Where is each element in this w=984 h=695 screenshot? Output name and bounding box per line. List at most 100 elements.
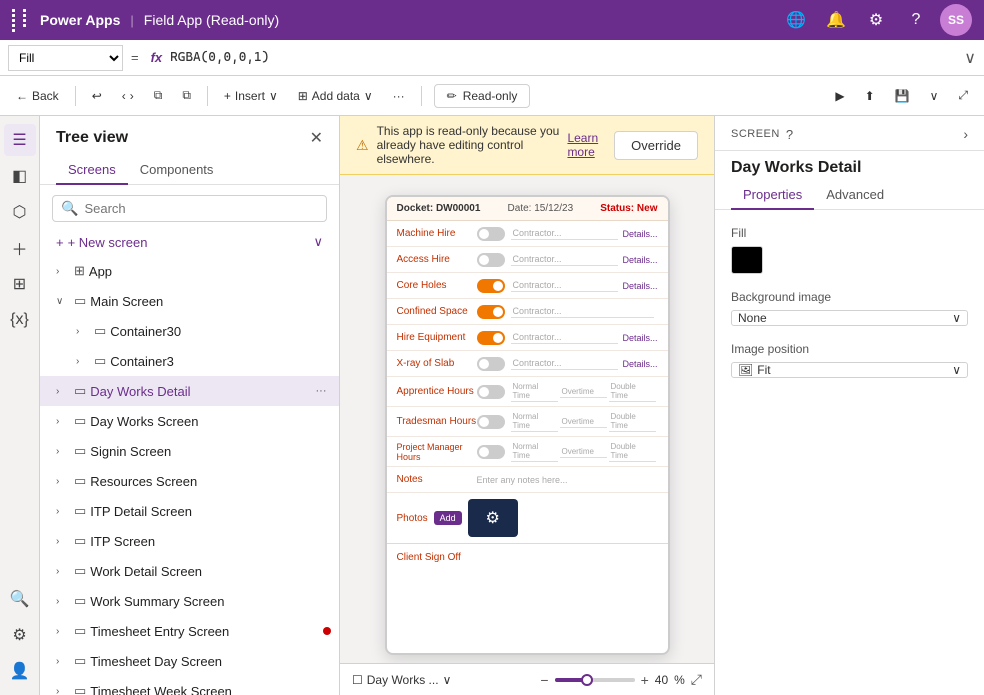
rp-expand-icon[interactable]: › bbox=[963, 126, 968, 142]
add-photo-button[interactable]: Add bbox=[434, 511, 462, 525]
search-strip-button[interactable]: 🔍 bbox=[4, 583, 36, 615]
sidebar-title: Tree view bbox=[56, 129, 128, 147]
sidebar-close-icon[interactable]: ✕ bbox=[310, 128, 323, 148]
layers-button[interactable]: ◧ bbox=[4, 160, 36, 192]
main-layout: ☰ ◧ ⬡ ＋ ⊞ {x} 🔍 ⚙ 👤 Tree view ✕ Screens … bbox=[0, 116, 984, 695]
fill-color-swatch[interactable] bbox=[731, 246, 763, 274]
help-circle-icon[interactable]: ? bbox=[786, 127, 793, 142]
tree-item-signin-screen[interactable]: › ▭ Signin Screen bbox=[40, 436, 339, 466]
image-position-select[interactable]: 🖼 Fit ∨ bbox=[731, 362, 968, 378]
tree-item-resources-screen[interactable]: › ▭ Resources Screen bbox=[40, 466, 339, 496]
tree-item-timesheet-entry-screen[interactable]: › ▭ Timesheet Entry Screen bbox=[40, 616, 339, 646]
data-strip-button[interactable]: ⊞ bbox=[4, 268, 36, 300]
learn-more-link[interactable]: Learn more bbox=[567, 131, 598, 159]
screen-icon: ▭ bbox=[74, 383, 86, 399]
zoom-out-button[interactable]: − bbox=[540, 672, 548, 688]
add-data-button[interactable]: ⊞ Add data ∨ bbox=[290, 85, 381, 107]
tradesman-hours-toggle[interactable] bbox=[477, 415, 505, 429]
tree-item-timesheet-week-screen[interactable]: › ▭ Timesheet Week Screen bbox=[40, 676, 339, 695]
chevron-right-icon: › bbox=[56, 536, 70, 547]
photo-thumbnail: ⚙ bbox=[468, 499, 518, 537]
screen-icon: ▭ bbox=[74, 473, 86, 489]
status-label: Status: New bbox=[600, 203, 657, 214]
insert-button[interactable]: + Insert ∨ bbox=[216, 85, 286, 107]
apps-icon[interactable] bbox=[12, 9, 32, 32]
undo-button[interactable]: ↩ bbox=[84, 85, 110, 107]
tree-item-itp-screen[interactable]: › ▭ ITP Screen bbox=[40, 526, 339, 556]
save-button[interactable]: 💾 bbox=[887, 85, 918, 107]
confined-space-toggle[interactable] bbox=[477, 305, 505, 319]
toolbar-expand-button[interactable]: ⤢ bbox=[950, 84, 976, 107]
pm-hours-toggle[interactable] bbox=[477, 445, 505, 459]
tree-item-itp-detail-screen[interactable]: › ▭ ITP Detail Screen bbox=[40, 496, 339, 526]
help-icon[interactable]: ? bbox=[900, 4, 932, 36]
chevron-right-icon: › bbox=[56, 626, 70, 637]
core-holes-toggle[interactable] bbox=[477, 279, 505, 293]
tab-screens[interactable]: Screens bbox=[56, 156, 128, 185]
search-input[interactable] bbox=[84, 201, 318, 216]
tree-item-day-works-detail[interactable]: › ▭ Day Works Detail ··· bbox=[40, 376, 339, 406]
copy-button[interactable]: ⧉ bbox=[146, 84, 171, 107]
tree-item-more-icon[interactable]: ··· bbox=[311, 381, 331, 401]
sidebar-tabs: Screens Components bbox=[40, 156, 339, 185]
property-select[interactable]: Fill bbox=[8, 45, 123, 71]
expand-icon[interactable]: ⤢ bbox=[691, 671, 702, 688]
container-icon: ▭ bbox=[94, 353, 106, 369]
override-button[interactable]: Override bbox=[614, 131, 698, 160]
toolbar-more-button[interactable]: ∨ bbox=[922, 85, 947, 107]
publish-button[interactable]: ⬆ bbox=[857, 85, 883, 107]
paste-button[interactable]: ⧉ bbox=[174, 84, 199, 107]
xray-slab-row: X-ray of Slab Contractor... Details... bbox=[387, 351, 668, 377]
tab-components[interactable]: Components bbox=[128, 156, 226, 185]
more-button[interactable]: ··· bbox=[385, 85, 413, 107]
variable-strip-button[interactable]: {x} bbox=[4, 304, 36, 336]
tree-item-main-screen[interactable]: ∨ ▭ Main Screen bbox=[40, 286, 339, 316]
tree-list: › ⊞ App ∨ ▭ Main Screen › ▭ Container30 … bbox=[40, 256, 339, 695]
globe-icon[interactable]: 🌐 bbox=[780, 4, 812, 36]
zoom-slider[interactable] bbox=[555, 678, 635, 682]
tree-item-work-detail-screen[interactable]: › ▭ Work Detail Screen bbox=[40, 556, 339, 586]
image-position-label: Image position bbox=[731, 342, 968, 356]
components-button[interactable]: ⬡ bbox=[4, 196, 36, 228]
apprentice-hours-toggle[interactable] bbox=[477, 385, 505, 399]
zoom-unit: % bbox=[674, 673, 685, 687]
tree-item-app[interactable]: › ⊞ App bbox=[40, 256, 339, 286]
redo-button[interactable]: ‹ › bbox=[114, 85, 142, 107]
xray-slab-toggle[interactable] bbox=[477, 357, 505, 371]
tree-item-timesheet-day-screen[interactable]: › ▭ Timesheet Day Screen bbox=[40, 646, 339, 676]
tab-advanced[interactable]: Advanced bbox=[814, 181, 896, 210]
formula-input[interactable] bbox=[170, 50, 956, 65]
access-hire-toggle[interactable] bbox=[477, 253, 505, 267]
avatar[interactable]: SS bbox=[940, 4, 972, 36]
tree-item-day-works-screen[interactable]: › ▭ Day Works Screen bbox=[40, 406, 339, 436]
account-strip-button[interactable]: 👤 bbox=[4, 655, 36, 687]
zoom-in-button[interactable]: + bbox=[641, 672, 649, 688]
chevron-right-icon: › bbox=[56, 566, 70, 577]
back-button[interactable]: ← Back bbox=[8, 85, 67, 107]
tradesman-hours-row: Tradesman Hours Normal Time Overtime Dou… bbox=[387, 407, 668, 437]
tab-properties[interactable]: Properties bbox=[731, 181, 814, 210]
tree-item-container30[interactable]: › ▭ Container30 bbox=[40, 316, 339, 346]
tree-view-button[interactable]: ☰ bbox=[4, 124, 36, 156]
formula-expand-icon[interactable]: ∨ bbox=[964, 48, 976, 68]
notification-bar: ⚠ This app is read-only because you alre… bbox=[340, 116, 714, 175]
preview-button[interactable]: ▶ bbox=[827, 85, 852, 107]
phone-preview: Docket: DW00001 Date: 15/12/23 Status: N… bbox=[385, 195, 670, 655]
tree-item-container3[interactable]: › ▭ Container3 bbox=[40, 346, 339, 376]
bg-image-select[interactable]: None ∨ bbox=[731, 310, 968, 326]
screen-dropdown-icon[interactable]: ∨ bbox=[443, 673, 452, 687]
image-position-field: Image position 🖼 Fit ∨ bbox=[731, 342, 968, 378]
settings-strip-button[interactable]: ⚙ bbox=[4, 619, 36, 651]
machine-hire-row: Machine Hire Contractor... Details... bbox=[387, 221, 668, 247]
gear-icon[interactable]: ⚙ bbox=[860, 4, 892, 36]
new-screen-button[interactable]: + + New screen ∨ bbox=[40, 228, 339, 256]
tree-item-work-summary-screen[interactable]: › ▭ Work Summary Screen bbox=[40, 586, 339, 616]
bell-icon[interactable]: 🔔 bbox=[820, 4, 852, 36]
insert-strip-button[interactable]: ＋ bbox=[4, 232, 36, 264]
date-label: Date: 15/12/23 bbox=[508, 203, 574, 214]
chevron-right-icon: › bbox=[56, 386, 70, 397]
redo-chevron-right: › bbox=[130, 89, 134, 103]
notification-badge bbox=[323, 627, 331, 635]
machine-hire-toggle[interactable] bbox=[477, 227, 505, 241]
hire-equipment-toggle[interactable] bbox=[477, 331, 505, 345]
